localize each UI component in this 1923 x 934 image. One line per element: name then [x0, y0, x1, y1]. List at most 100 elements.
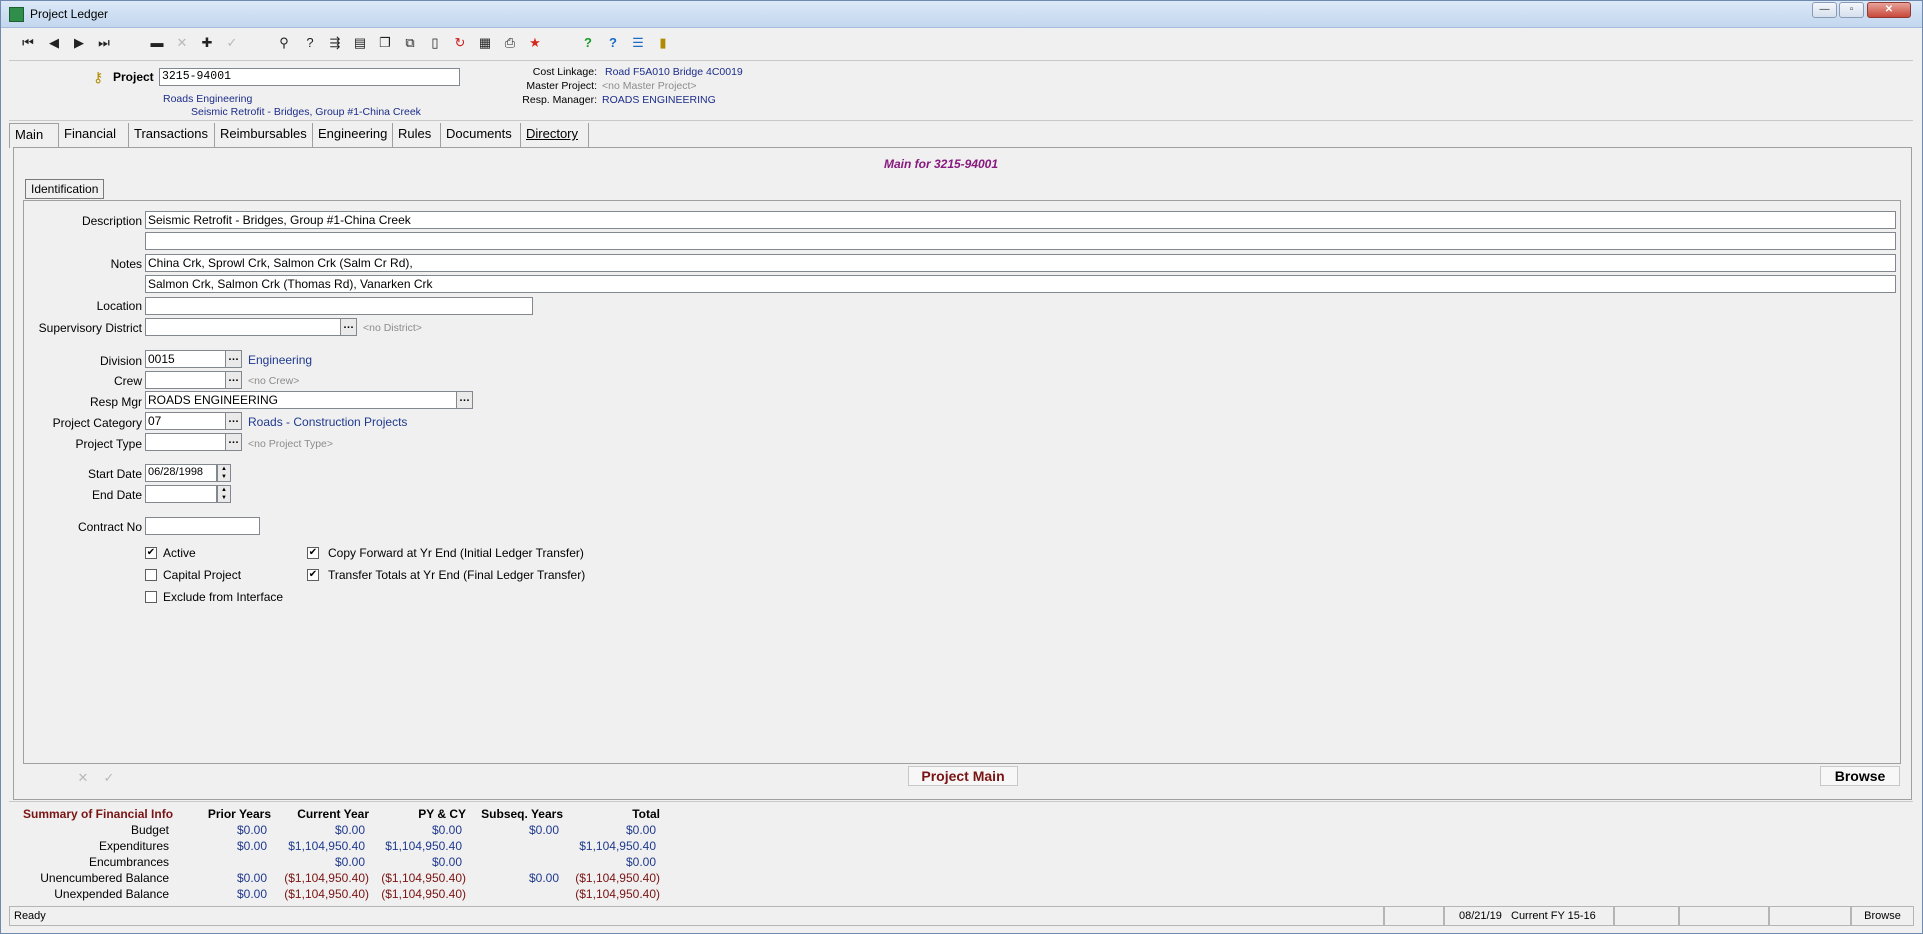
resp-mgr-lookup-button[interactable]: …	[456, 391, 473, 409]
tab-documents[interactable]: Documents	[441, 123, 521, 147]
active-checkbox[interactable]: ✔	[145, 547, 157, 559]
tab-identification[interactable]: Identification	[25, 179, 105, 199]
notes-line-2[interactable]: Salmon Crk, Salmon Crk (Thomas Rd), Vana…	[145, 275, 1896, 293]
close-button[interactable]: ✕	[1867, 2, 1911, 18]
encumb-total: $0.00	[625, 855, 656, 869]
location-label: Location	[96, 299, 142, 313]
favorite-icon[interactable]: ★	[524, 32, 546, 54]
minimize-button[interactable]: —	[1812, 2, 1837, 18]
tab-main[interactable]: Main	[9, 123, 59, 148]
title-bar: Project Ledger — ▫ ✕	[1, 1, 1922, 28]
row-label-unencumbered: Unencumbered Balance	[40, 871, 169, 885]
spin-down-icon[interactable]: ▼	[218, 473, 230, 481]
project-main-title: Project Main	[908, 766, 1018, 786]
project-type-label: Project Type	[75, 437, 142, 451]
next-record-icon[interactable]: ▶	[68, 32, 90, 54]
first-record-icon[interactable]: ⏮	[17, 32, 39, 54]
description-line-2[interactable]	[145, 232, 1896, 250]
prev-record-icon[interactable]: ◀	[43, 32, 65, 54]
spin-down-icon[interactable]: ▼	[218, 494, 230, 502]
col-subseq-years: Subseq. Years	[481, 807, 563, 821]
spin-up-icon[interactable]: ▲	[218, 465, 230, 473]
copy-forward-label: Copy Forward at Yr End (Initial Ledger T…	[328, 546, 584, 560]
unencumb-current: ($1,104,950.40)	[284, 871, 369, 885]
tab-transactions[interactable]: Transactions	[129, 123, 215, 147]
end-date-spinner[interactable]: ▲ ▼	[217, 485, 231, 503]
supervisory-district-lookup-button[interactable]: …	[340, 318, 357, 336]
mode-indicator: Browse	[1820, 766, 1900, 786]
row-label-unexpended: Unexpended Balance	[54, 887, 169, 901]
start-date-label: Start Date	[87, 467, 142, 481]
contract-no-input[interactable]	[145, 517, 260, 535]
budget-prior: $0.00	[236, 823, 267, 837]
calculator-icon[interactable]: ▤	[349, 32, 371, 54]
transfer-totals-checkbox[interactable]: ✔	[307, 569, 319, 581]
context-help-icon[interactable]: ?	[602, 32, 624, 54]
location-input[interactable]	[145, 297, 533, 315]
division-lookup-button[interactable]: …	[225, 350, 242, 368]
col-prior-years: Prior Years	[207, 807, 271, 821]
status-fy: Current FY 15-16	[1511, 910, 1596, 922]
footer-save-icon[interactable]: ✓	[98, 767, 120, 789]
status-cell-blank	[1769, 906, 1851, 926]
tab-directory[interactable]: Directory	[521, 123, 589, 147]
pages-icon[interactable]: ▦	[474, 32, 496, 54]
status-cell-blank	[1679, 906, 1769, 926]
master-project-value: <no Master Project>	[602, 80, 697, 92]
capital-project-checkbox[interactable]	[145, 569, 157, 581]
document-icon[interactable]: ▯	[424, 32, 446, 54]
last-record-icon[interactable]: ⏭	[93, 32, 115, 54]
help-icon[interactable]: ?	[577, 32, 599, 54]
spin-up-icon[interactable]: ▲	[218, 486, 230, 494]
copy-icon[interactable]: ⧉	[399, 32, 421, 54]
exclude-interface-checkbox[interactable]	[145, 591, 157, 603]
cancel-icon[interactable]: ✕	[171, 32, 193, 54]
supervisory-district-label: Supervisory District	[38, 321, 142, 335]
status-ready: Ready	[9, 906, 1384, 926]
col-current-year: Current Year	[297, 807, 369, 821]
supervisory-district-input[interactable]	[145, 318, 341, 336]
project-category-label: Project Category	[52, 416, 142, 430]
folders-icon[interactable]: ❐	[374, 32, 396, 54]
exclude-interface-label: Exclude from Interface	[163, 590, 284, 604]
resp-manager-value: ROADS ENGINEERING	[602, 94, 716, 106]
notes-label: Notes	[110, 257, 142, 271]
project-type-desc: <no Project Type>	[248, 438, 334, 450]
description-line-1[interactable]: Seismic Retrofit - Bridges, Group #1-Chi…	[145, 211, 1896, 229]
export-icon[interactable]: ⇶	[324, 32, 346, 54]
maximize-button[interactable]: ▫	[1839, 2, 1864, 18]
project-type-lookup-button[interactable]: …	[225, 433, 242, 451]
tab-financial[interactable]: Financial	[59, 123, 129, 147]
print-icon[interactable]: ⎙	[499, 32, 521, 54]
project-type-input[interactable]	[145, 433, 226, 451]
end-date-input[interactable]	[145, 485, 217, 503]
refresh-icon[interactable]: ↻	[449, 32, 471, 54]
tab-reimbursables[interactable]: Reimbursables	[215, 123, 313, 147]
copy-forward-checkbox[interactable]: ✔	[307, 547, 319, 559]
start-date-spinner[interactable]: ▲ ▼	[217, 464, 231, 482]
notes-line-1[interactable]: China Crk, Sprowl Crk, Salmon Crk (Salm …	[145, 254, 1896, 272]
query-icon[interactable]: ?	[299, 32, 321, 54]
col-py-cy: PY & CY	[418, 807, 466, 821]
tab-engineering[interactable]: Engineering	[313, 123, 393, 147]
crew-input[interactable]	[145, 371, 226, 389]
crew-lookup-button[interactable]: …	[225, 371, 242, 389]
panel-footer-divider	[23, 763, 1901, 764]
footer-cancel-icon[interactable]: ✕	[72, 767, 94, 789]
exit-icon[interactable]: ▮	[652, 32, 674, 54]
save-icon[interactable]: ✓	[221, 32, 243, 54]
project-input[interactable]: 3215-94001	[159, 68, 460, 86]
division-input[interactable]: 0015	[145, 350, 226, 368]
delete-record-icon[interactable]: ▬	[146, 32, 168, 54]
project-category-input[interactable]: 07	[145, 412, 226, 430]
tab-rules[interactable]: Rules	[393, 123, 441, 147]
start-date-input[interactable]: 06/28/1998	[145, 464, 217, 482]
add-record-icon[interactable]: ✚	[196, 32, 218, 54]
status-date-fy: 08/21/19 Current FY 15-16	[1444, 906, 1614, 926]
filter-icon[interactable]: ⚲	[273, 32, 295, 54]
resp-mgr-input[interactable]: ROADS ENGINEERING	[145, 391, 457, 409]
list-icon[interactable]: ☰	[627, 32, 649, 54]
unexp-prior: $0.00	[236, 887, 267, 901]
budget-pycy: $0.00	[431, 823, 462, 837]
project-category-lookup-button[interactable]: …	[225, 412, 242, 430]
